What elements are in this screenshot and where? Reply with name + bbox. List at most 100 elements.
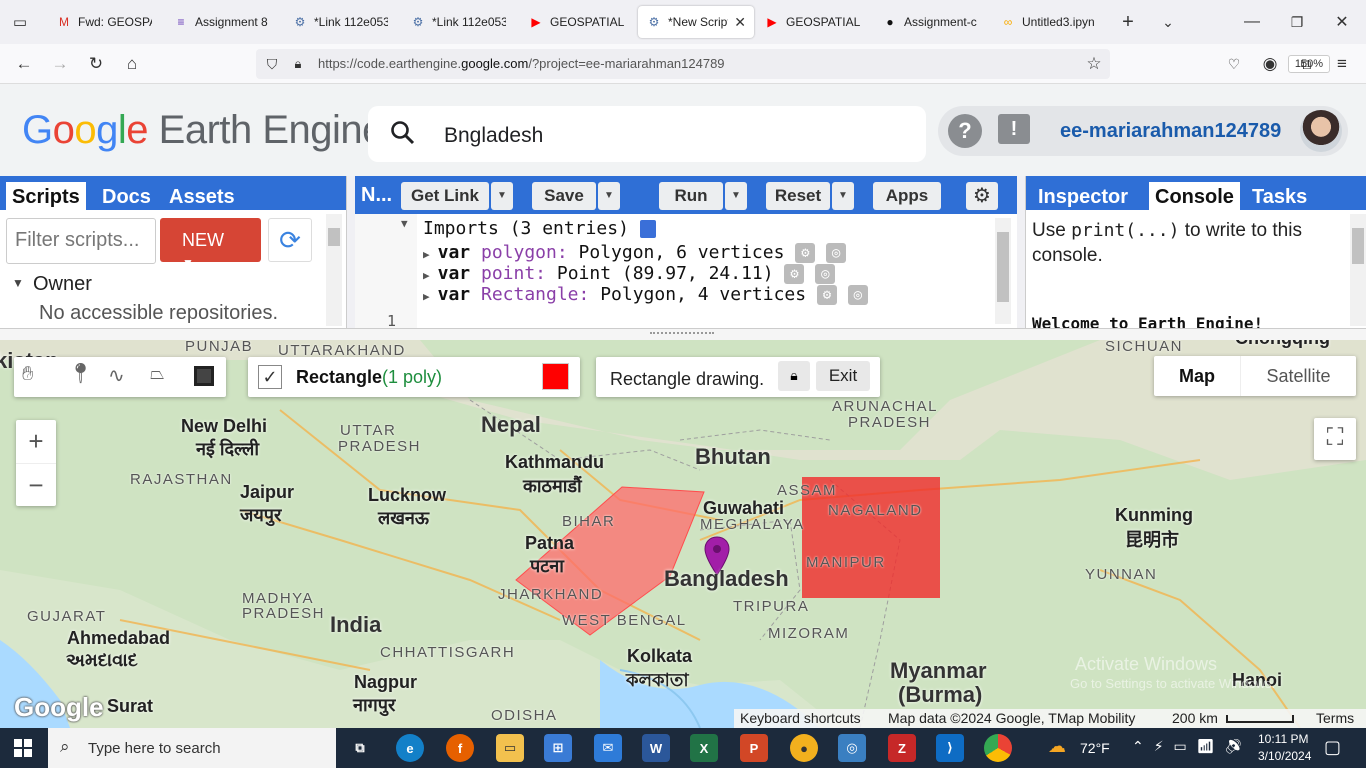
pocket-icon[interactable]: ♡ [1222,52,1246,76]
bookmark-star-icon[interactable]: ☆ [1082,52,1106,76]
apps-button[interactable]: Apps [873,182,941,210]
weather-icon[interactable]: ☁ [1048,736,1066,757]
get-link-dropdown-icon[interactable]: ▼ [491,182,513,210]
feedback-icon[interactable]: ! [998,114,1030,144]
browser-tab[interactable]: ▶ GEOSPATIAL P [756,6,868,38]
import-settings-icon[interactable]: ⚙ [784,264,805,284]
account-icon[interactable]: ◉ [1258,52,1282,76]
search-input[interactable]: Bngladesh [444,124,543,148]
reset-dropdown-icon[interactable]: ▼ [832,182,854,210]
import-target-icon[interactable]: ◎ [815,264,836,284]
extensions-icon[interactable]: ⧉ [1294,52,1318,76]
fullscreen-icon[interactable]: ⛶ [1314,418,1356,460]
tab-overview-icon[interactable]: ▭ [8,10,32,34]
layer-checkbox[interactable]: ✓ [258,365,282,389]
tab-console[interactable]: Console [1149,182,1240,210]
address-bar[interactable]: ⛉ 🔒︎ https://code.earthengine.google.com… [256,49,1330,79]
panel-splitter[interactable] [0,328,1366,340]
console-scrollbar[interactable] [1350,214,1366,326]
imports-doc-icon[interactable] [639,220,656,238]
lock-icon[interactable]: 🔒︎ [778,361,810,391]
tray-icons[interactable]: ⌃⚡▭📶︎🔊︎ [1132,738,1252,755]
home-icon[interactable]: ⌂ [120,52,144,76]
draw-shape-icon[interactable]: ⏢ [150,363,164,384]
chrome-icon[interactable] [984,734,1012,762]
refresh-icon[interactable]: ⟳ [268,218,312,262]
zoom-in-button[interactable]: + [16,420,56,463]
powerpoint-icon[interactable]: P [740,734,768,762]
browser-tab[interactable]: ∞ Untitled3.ipyn [992,6,1104,38]
add-marker-icon[interactable]: 📍︎ [68,361,93,386]
pan-hand-icon[interactable]: ✋︎ [22,363,33,386]
settings-gear-icon[interactable]: ⚙ [966,182,998,210]
close-tab-icon[interactable]: ✕ [734,14,746,31]
filter-scripts-input[interactable]: Filter scripts... [6,218,156,264]
reload-icon[interactable]: ↻ [84,52,108,76]
import-target-icon[interactable]: ◎ [826,243,847,263]
search-app-icon[interactable]: ◎ [838,734,866,762]
editor-scrollbar[interactable] [995,218,1011,324]
layer-color-swatch[interactable] [542,363,569,390]
browser-tab[interactable]: ● Assignment-c [874,6,986,38]
keyboard-shortcuts-link[interactable]: Keyboard shortcuts [740,710,861,726]
owner-label[interactable]: Owner [33,273,92,296]
run-dropdown-icon[interactable]: ▼ [725,182,747,210]
expand-arrow-icon[interactable]: ▶ [423,248,430,261]
lock-icon[interactable]: 🔒︎ [286,52,310,76]
draw-line-icon[interactable]: ∿ [108,363,125,388]
firefox-icon[interactable]: f [446,734,474,762]
new-script-button[interactable]: NEW ▼ [160,218,261,270]
task-view-icon[interactable]: ⧉ [346,734,374,762]
excel-icon[interactable]: X [690,734,718,762]
file-explorer-icon[interactable]: ▭ [496,734,524,762]
layer-name[interactable]: Rectangle [296,367,382,388]
import-entry[interactable]: ▶ var point: Point (89.97, 24.11) ⚙ ◎ [423,263,836,284]
browser-tab[interactable]: ⚙ *Link 112e053 [284,6,396,38]
windows-start-icon[interactable] [14,739,32,757]
import-settings-icon[interactable]: ⚙ [795,243,816,263]
mail-icon[interactable]: ✉ [594,734,622,762]
avatar[interactable] [1300,110,1342,152]
satellite-type-button[interactable]: Satellite [1240,356,1356,396]
vscode-icon[interactable]: ⟩ [936,734,964,762]
map-type-button[interactable]: Map [1154,356,1240,396]
save-dropdown-icon[interactable]: ▼ [598,182,620,210]
script-tab-label[interactable]: N... [361,184,392,207]
help-icon[interactable]: ? [948,114,982,148]
word-icon[interactable]: W [642,734,670,762]
draw-rectangle-icon[interactable] [194,366,214,386]
store-icon[interactable]: ⊞ [544,734,572,762]
save-button[interactable]: Save [532,182,596,210]
expand-arrow-icon[interactable]: ▶ [423,269,430,282]
browser-tab[interactable]: ▶ GEOSPATIAL P [520,6,632,38]
clock-date[interactable]: 3/10/2024 [1258,749,1311,763]
browser-tab[interactable]: M Fwd: GEOSPAT [48,6,160,38]
run-button[interactable]: Run [659,182,723,210]
close-window-icon[interactable]: ✕ [1330,10,1354,34]
exit-button[interactable]: Exit [816,361,870,391]
tab-inspector[interactable]: Inspector [1032,182,1134,210]
places-search-box[interactable]: Bngladesh [368,106,926,162]
code-area[interactable]: ▼ Imports (3 entries) ▶ var polygon: Poly… [355,214,1017,330]
clock-time[interactable]: 10:11 PM [1258,732,1308,746]
import-entry[interactable]: ▶ var polygon: Polygon, 6 vertices ⚙ ◎ [423,242,847,263]
earth-engine-logo[interactable]: Google Earth Engine [22,108,384,153]
tab-assets[interactable]: Assets [163,182,241,210]
shield-icon[interactable]: ⛉ [260,52,284,76]
browser-tab[interactable]: ≡ Assignment 8 [165,6,277,38]
map-canvas[interactable]: PUNJABUTTARAKHANDSICHUANChongqingNew Del… [0,340,1366,728]
import-target-icon[interactable]: ◎ [847,285,868,305]
google-map-logo[interactable]: Google [14,692,104,723]
menu-icon[interactable]: ≡ [1330,52,1354,76]
browser-tab[interactable]: ⚙ *Link 112e053 [402,6,514,38]
notification-icon[interactable]: ▢ [1324,737,1341,758]
new-tab-icon[interactable]: + [1116,10,1140,34]
tab-list-chevron-icon[interactable]: ⌄ [1156,10,1180,34]
owner-toggle-icon[interactable]: ▼ [12,276,24,290]
restore-icon[interactable]: ❐ [1285,10,1309,34]
terms-link[interactable]: Terms [1316,710,1354,726]
weather-temp[interactable]: 72°F [1080,740,1110,756]
tab-tasks[interactable]: Tasks [1246,182,1313,210]
forward-icon[interactable]: → [48,52,72,76]
tab-scripts[interactable]: Scripts [6,182,86,210]
